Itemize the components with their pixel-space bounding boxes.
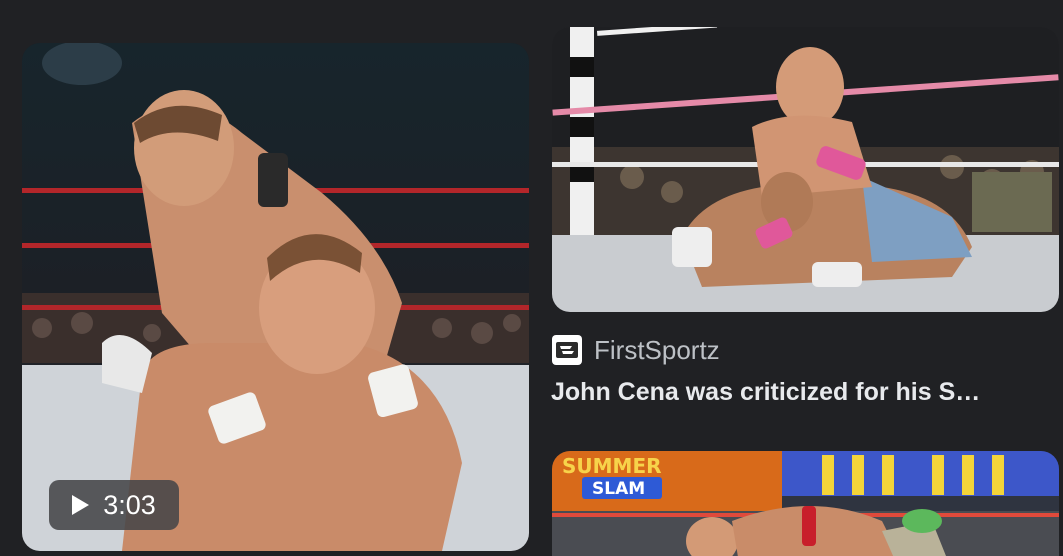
next-result-thumbnail-image: SUMMER SLAM (552, 451, 1059, 556)
next-result-thumbnail[interactable]: SUMMER SLAM (552, 451, 1059, 556)
article-thumbnail[interactable] (552, 27, 1059, 312)
article-headline-link[interactable]: John Cena was criticized for his S… (551, 372, 1031, 412)
source-name: FirstSportz (594, 334, 720, 365)
video-thumbnail[interactable] (22, 43, 529, 551)
firstsportz-logo-icon (552, 335, 582, 365)
video-duration: 3:03 (103, 489, 156, 520)
article-source[interactable]: FirstSportz (552, 334, 720, 366)
image-results-panel: 3:03 FirstSportz John Cena was criticize… (0, 0, 1063, 556)
banner-text-bottom: SLAM (592, 479, 645, 499)
banner-text-top: SUMMER (562, 454, 662, 478)
article-thumbnail-image (552, 27, 1059, 312)
video-duration-badge: 3:03 (49, 480, 179, 530)
video-thumbnail-image (22, 43, 529, 551)
play-icon (72, 495, 90, 515)
